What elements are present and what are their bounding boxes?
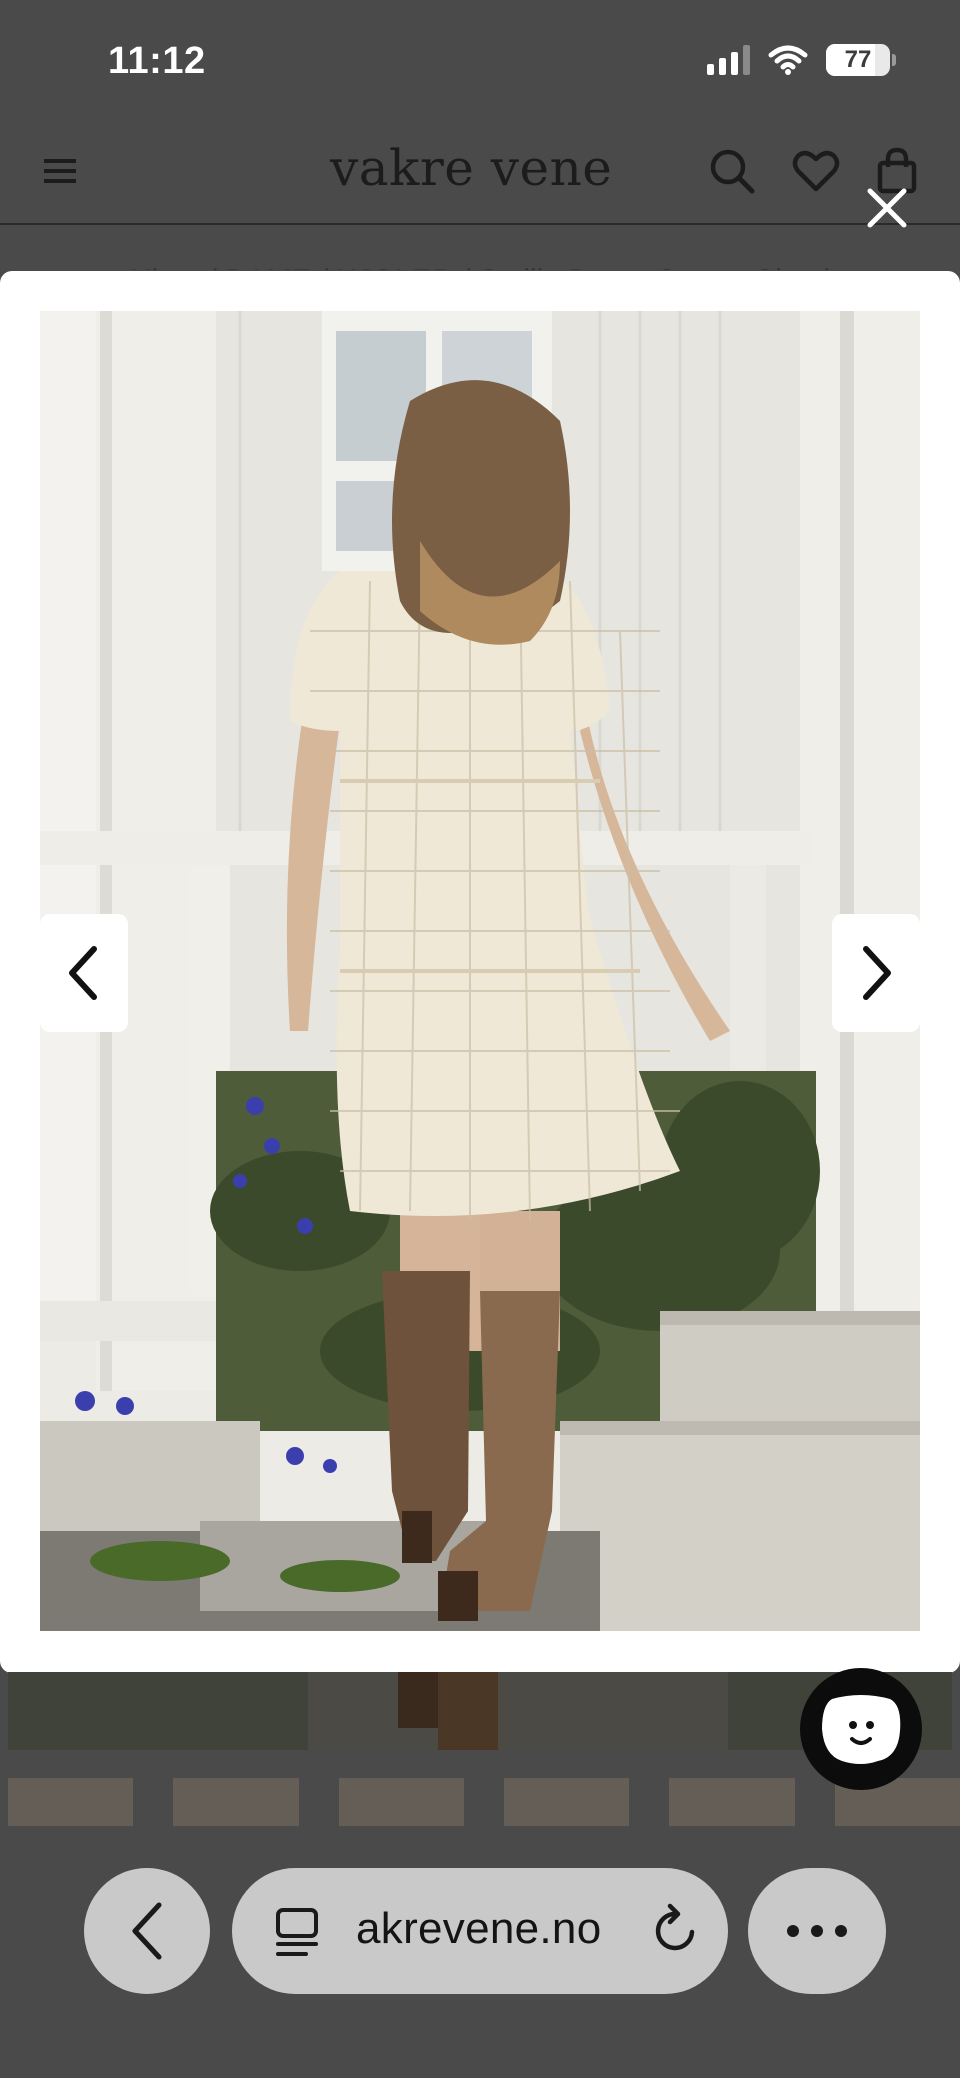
product-photo[interactable] bbox=[40, 311, 920, 1631]
chat-button[interactable] bbox=[800, 1668, 922, 1790]
address-bar[interactable]: akrevene.no bbox=[232, 1868, 728, 1994]
chat-face-icon bbox=[822, 1695, 901, 1764]
thumbnail[interactable] bbox=[338, 1778, 464, 1826]
wifi-icon bbox=[768, 45, 808, 75]
thumbnail[interactable] bbox=[173, 1778, 299, 1826]
image-lightbox bbox=[0, 271, 960, 1673]
thumbnail-strip bbox=[8, 1778, 960, 1826]
next-image-button[interactable] bbox=[832, 914, 920, 1032]
signal-icon bbox=[707, 45, 750, 75]
site-header: vakre vene bbox=[0, 125, 960, 225]
site-logo[interactable]: vakre vene bbox=[330, 139, 612, 197]
browser-back-button[interactable] bbox=[84, 1868, 210, 1994]
battery-level: 77 bbox=[844, 46, 872, 73]
status-time: 11:12 bbox=[108, 40, 206, 82]
menu-icon[interactable] bbox=[42, 153, 78, 189]
reload-icon[interactable] bbox=[648, 1902, 704, 1958]
chevron-left-icon bbox=[132, 1902, 162, 1960]
url-text: akrevene.no bbox=[356, 1904, 602, 1953]
status-bar: 11:12 77 bbox=[0, 0, 960, 125]
chevron-left-icon bbox=[69, 946, 97, 1000]
battery-icon: 77 bbox=[826, 44, 896, 76]
close-icon[interactable] bbox=[862, 183, 912, 233]
prev-image-button[interactable] bbox=[40, 914, 128, 1032]
thumbnail[interactable] bbox=[503, 1778, 630, 1826]
more-icon bbox=[787, 1925, 847, 1937]
chevron-right-icon bbox=[863, 946, 891, 1000]
heart-icon[interactable] bbox=[790, 145, 842, 197]
status-icons: 77 bbox=[707, 44, 896, 76]
browser-toolbar: akrevene.no bbox=[0, 1850, 960, 2078]
thumbnail[interactable] bbox=[8, 1778, 134, 1826]
tabs-icon[interactable] bbox=[272, 1904, 326, 1960]
more-button[interactable] bbox=[748, 1868, 886, 1994]
breadcrumb: Hjem / DAME / KJOLER / Smilla Dress Crea… bbox=[130, 256, 830, 270]
thumbnail[interactable] bbox=[669, 1778, 795, 1826]
search-icon[interactable] bbox=[706, 145, 758, 197]
